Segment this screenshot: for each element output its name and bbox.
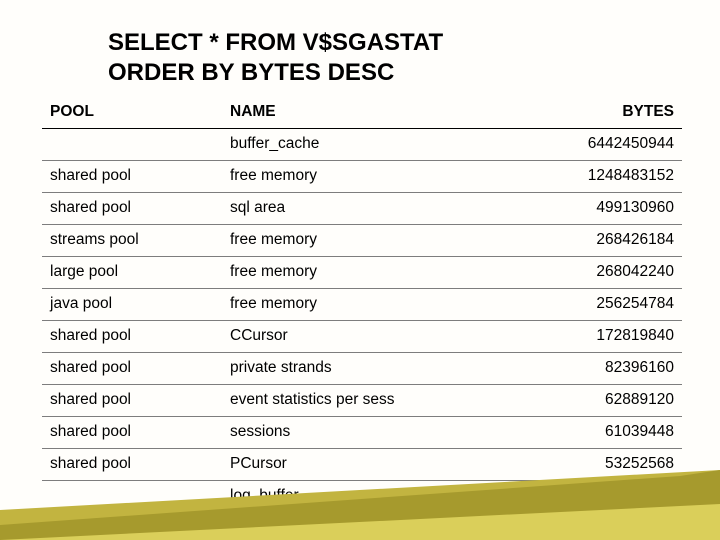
table-row: java pool free memory 256254784: [42, 289, 682, 321]
cell-name: free memory: [222, 257, 522, 289]
cell-bytes: 50548736: [522, 481, 682, 513]
cell-pool: java pool: [42, 289, 222, 321]
table-row: shared pool sessions 61039448: [42, 417, 682, 449]
col-header-bytes: BYTES: [522, 98, 682, 129]
cell-name: log_buffer: [222, 481, 522, 513]
cell-bytes: 53252568: [522, 449, 682, 481]
cell-pool: shared pool: [42, 321, 222, 353]
cell-bytes: 1248483152: [522, 161, 682, 193]
cell-name: sql area: [222, 193, 522, 225]
table-row: shared pool free memory 1248483152: [42, 161, 682, 193]
cell-bytes: 256254784: [522, 289, 682, 321]
title-line-2: ORDER BY BYTES DESC: [108, 59, 394, 86]
sgastat-table: POOL NAME BYTES buffer_cache 6442450944 …: [42, 98, 682, 512]
col-header-pool: POOL: [42, 98, 222, 129]
cell-name: CCursor: [222, 321, 522, 353]
table-header-row: POOL NAME BYTES: [42, 98, 682, 129]
cell-bytes: 499130960: [522, 193, 682, 225]
table-row: large pool free memory 268042240: [42, 257, 682, 289]
cell-name: free memory: [222, 225, 522, 257]
cell-name: free memory: [222, 161, 522, 193]
table-row: shared pool CCursor 172819840: [42, 321, 682, 353]
cell-bytes: 6442450944: [522, 129, 682, 161]
cell-name: PCursor: [222, 449, 522, 481]
cell-pool: shared pool: [42, 161, 222, 193]
cell-pool: shared pool: [42, 193, 222, 225]
cell-bytes: 82396160: [522, 353, 682, 385]
cell-bytes: 61039448: [522, 417, 682, 449]
cell-pool: shared pool: [42, 449, 222, 481]
cell-pool: shared pool: [42, 385, 222, 417]
cell-name: free memory: [222, 289, 522, 321]
cell-bytes: 172819840: [522, 321, 682, 353]
cell-pool: shared pool: [42, 417, 222, 449]
table-row: buffer_cache 6442450944: [42, 129, 682, 161]
cell-pool: large pool: [42, 257, 222, 289]
table-row: streams pool free memory 268426184: [42, 225, 682, 257]
cell-pool: [42, 129, 222, 161]
table-row: shared pool event statistics per sess 62…: [42, 385, 682, 417]
cell-pool: [42, 481, 222, 513]
cell-name: event statistics per sess: [222, 385, 522, 417]
cell-name: sessions: [222, 417, 522, 449]
table-row: shared pool sql area 499130960: [42, 193, 682, 225]
cell-bytes: 268042240: [522, 257, 682, 289]
title-line-1: SELECT * FROM V$SGASTAT: [108, 29, 443, 56]
cell-name: buffer_cache: [222, 129, 522, 161]
col-header-name: NAME: [222, 98, 522, 129]
slide-title: SELECT * FROM V$SGASTAT ORDER BY BYTES D…: [108, 28, 443, 88]
cell-pool: shared pool: [42, 353, 222, 385]
cell-pool: streams pool: [42, 225, 222, 257]
cell-bytes: 62889120: [522, 385, 682, 417]
table-row: log_buffer 50548736: [42, 481, 682, 513]
cell-bytes: 268426184: [522, 225, 682, 257]
table-row: shared pool private strands 82396160: [42, 353, 682, 385]
table-row: shared pool PCursor 53252568: [42, 449, 682, 481]
cell-name: private strands: [222, 353, 522, 385]
